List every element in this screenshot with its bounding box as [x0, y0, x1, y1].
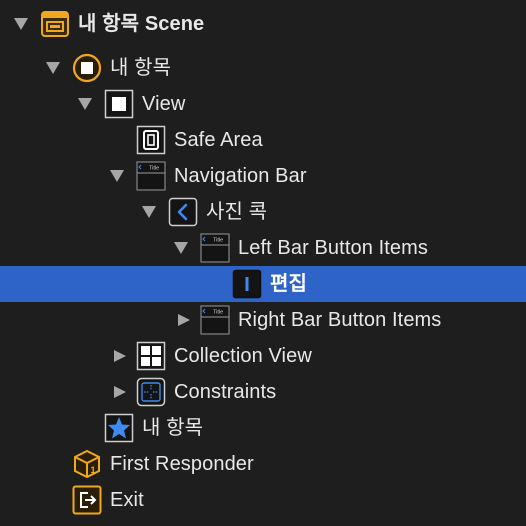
- disclosure-expanded-icon[interactable]: [14, 18, 28, 30]
- outline-row-label: Collection View: [174, 345, 312, 367]
- bar-button-items-icon: Title: [200, 305, 230, 335]
- outline-row-label: 내 항목: [110, 57, 172, 79]
- safe-area-icon: [136, 125, 166, 155]
- disclosure-expanded-icon[interactable]: [174, 242, 188, 254]
- outline-row-scene[interactable]: 내 항목 Scene: [0, 6, 526, 42]
- svg-text:Title: Title: [213, 238, 223, 244]
- outline-row-view[interactable]: View: [0, 86, 526, 122]
- navigation-bar-icon: Title: [136, 161, 166, 191]
- outline-row-label: 편집: [270, 273, 307, 295]
- bar-button-items-icon: Title: [200, 233, 230, 263]
- disclosure-expanded-icon[interactable]: [110, 170, 124, 182]
- outline-row-view-controller[interactable]: 내 항목: [0, 50, 526, 86]
- disclosure-expanded-icon[interactable]: [46, 62, 60, 74]
- bar-button-item-icon: [232, 269, 262, 299]
- disclosure-expanded-icon[interactable]: [142, 206, 156, 218]
- exit-icon: [72, 485, 102, 515]
- view-controller-icon: [72, 53, 102, 83]
- outline-row-label: 내 항목 Scene: [78, 13, 205, 35]
- outline-row-left-bar-button-items[interactable]: Title Left Bar Button Items: [0, 230, 526, 266]
- disclosure-expanded-icon[interactable]: [78, 98, 92, 110]
- scene-icon: [40, 9, 70, 39]
- collection-view-icon: [136, 341, 166, 371]
- outline-row-edit-button-selected[interactable]: 편집: [0, 266, 526, 302]
- outline-row-constraints[interactable]: Constraints: [0, 374, 526, 410]
- outline-row-label: Constraints: [174, 381, 277, 403]
- svg-text:Title: Title: [213, 310, 223, 316]
- navigation-item-star-icon: [104, 413, 134, 443]
- outline-row-label: Left Bar Button Items: [238, 237, 428, 259]
- svg-text:1: 1: [91, 465, 96, 475]
- outline-row-label: View: [142, 93, 186, 115]
- outline-row-label: First Responder: [110, 453, 254, 475]
- outline-row-label: Navigation Bar: [174, 165, 307, 187]
- outline-row-navigation-item[interactable]: 내 항목: [0, 410, 526, 446]
- constraints-icon: [136, 377, 166, 407]
- outline-row-label: 사진 콕: [206, 201, 268, 223]
- back-chevron-icon: [168, 197, 198, 227]
- outline-row-first-responder[interactable]: 1 First Responder: [0, 446, 526, 482]
- outline-row-label: Exit: [110, 489, 144, 511]
- outline-row-exit[interactable]: Exit: [0, 482, 526, 518]
- outline-row-label: Right Bar Button Items: [238, 309, 442, 331]
- outline-row-right-bar-button-items[interactable]: Title Right Bar Button Items: [0, 302, 526, 338]
- outline-row-collection-view[interactable]: Collection View: [0, 338, 526, 374]
- first-responder-icon: 1: [72, 449, 102, 479]
- outline-row-label: Safe Area: [174, 129, 263, 151]
- outline-row-back-item[interactable]: 사진 콕: [0, 194, 526, 230]
- svg-text:Title: Title: [149, 166, 159, 172]
- outline-row-label: 내 항목: [142, 417, 204, 439]
- disclosure-collapsed-icon[interactable]: [176, 314, 190, 326]
- outline-row-navigation-bar[interactable]: Title Navigation Bar: [0, 158, 526, 194]
- outline-row-safe-area[interactable]: Safe Area: [0, 122, 526, 158]
- view-icon: [104, 89, 134, 119]
- disclosure-collapsed-icon[interactable]: [112, 350, 126, 362]
- disclosure-collapsed-icon[interactable]: [112, 386, 126, 398]
